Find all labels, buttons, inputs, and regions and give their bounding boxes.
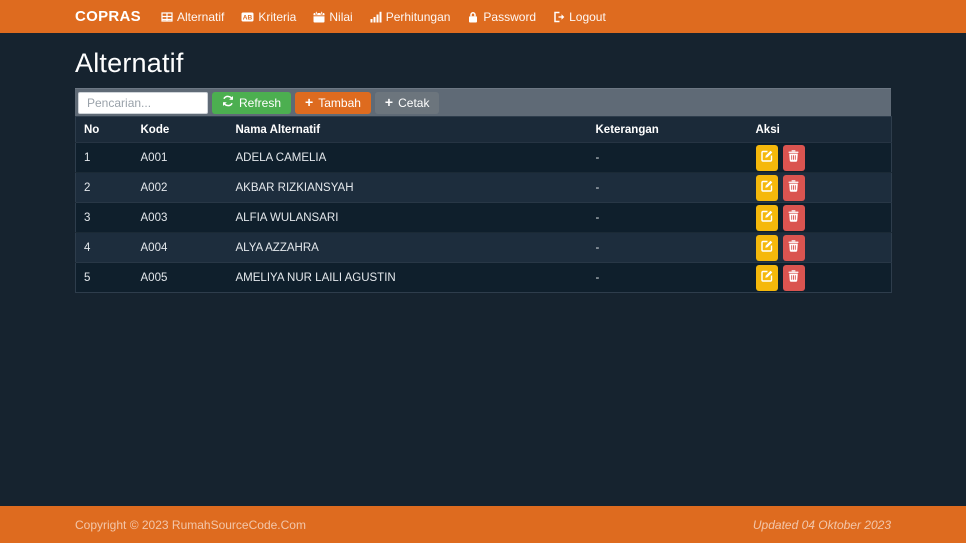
nav-menu: Alternatif AB Kriteria Nilai Perhitungan bbox=[161, 10, 606, 24]
table-row: 3 A003 ALFIA WULANSARI - bbox=[75, 202, 892, 233]
nav-item-nilai[interactable]: Nilai bbox=[313, 9, 353, 24]
tambah-button-label: Tambah bbox=[318, 95, 361, 110]
cell-nama: ALYA AZZAHRA bbox=[227, 232, 588, 263]
search-input[interactable] bbox=[78, 91, 208, 114]
cell-no: 4 bbox=[75, 232, 133, 263]
edit-button[interactable] bbox=[755, 144, 778, 171]
cell-no: 2 bbox=[75, 172, 133, 203]
refresh-button[interactable]: Refresh bbox=[212, 91, 292, 114]
nav-item-perhitungan[interactable]: Perhitungan bbox=[370, 9, 451, 24]
cell-kode: A001 bbox=[132, 142, 228, 173]
delete-button[interactable] bbox=[782, 204, 805, 231]
edit-icon bbox=[760, 150, 773, 165]
edit-icon bbox=[760, 210, 773, 225]
trash-icon bbox=[788, 270, 799, 285]
lock-icon bbox=[467, 11, 479, 23]
top-navbar: COPRAS Alternatif AB Kriteria Nilai Perh… bbox=[0, 0, 966, 33]
edit-button[interactable] bbox=[755, 204, 778, 231]
cell-no: 5 bbox=[75, 262, 133, 293]
ab-card-icon: AB bbox=[241, 11, 254, 23]
action-buttons bbox=[755, 144, 884, 171]
app-brand[interactable]: COPRAS bbox=[75, 8, 141, 25]
nav-item-label: Logout bbox=[569, 9, 606, 24]
plus-icon: + bbox=[305, 94, 314, 110]
footer-copyright: Copyright © 2023 RumahSourceCode.Com bbox=[75, 517, 306, 532]
nav-item-kriteria[interactable]: AB Kriteria bbox=[241, 10, 296, 24]
edit-button[interactable] bbox=[755, 264, 778, 291]
cetak-button-label: Cetak bbox=[398, 95, 430, 110]
column-header-kode: Kode bbox=[140, 123, 170, 136]
trash-icon bbox=[788, 240, 799, 255]
nav-item-label: Alternatif bbox=[176, 9, 225, 24]
delete-button[interactable] bbox=[782, 234, 805, 261]
cell-no: 1 bbox=[75, 142, 133, 173]
trash-icon bbox=[788, 210, 799, 225]
table-header-row: No Kode Nama Alternatif Keterangan Aksi bbox=[75, 116, 892, 143]
cell-kode: A004 bbox=[132, 232, 228, 263]
alternatif-table: No Kode Nama Alternatif Keterangan Aksi … bbox=[75, 116, 892, 293]
calendar-icon bbox=[313, 10, 325, 23]
column-header-aksi: Aksi bbox=[755, 123, 780, 136]
refresh-icon bbox=[222, 95, 234, 110]
table-row: 4 A004 ALYA AZZAHRA - bbox=[75, 232, 892, 263]
cell-nama: ADELA CAMELIA bbox=[227, 142, 588, 173]
cell-nama: AMELIYA NUR LAILI AGUSTIN bbox=[227, 262, 588, 293]
cell-kode: A002 bbox=[132, 172, 228, 203]
nav-item-alternatif[interactable]: Alternatif bbox=[161, 10, 224, 24]
table-row: 5 A005 AMELIYA NUR LAILI AGUSTIN - bbox=[75, 262, 892, 293]
refresh-button-label: Refresh bbox=[239, 95, 282, 110]
table-toolbar: Refresh + Tambah + Cetak bbox=[75, 88, 891, 116]
edit-icon bbox=[760, 270, 773, 285]
edit-icon bbox=[760, 240, 773, 255]
cell-no: 3 bbox=[75, 202, 133, 233]
nav-item-label: Nilai bbox=[329, 9, 353, 24]
edit-button[interactable] bbox=[755, 174, 778, 201]
tambah-button[interactable]: + Tambah bbox=[295, 91, 371, 114]
nav-item-label: Perhitungan bbox=[385, 9, 451, 24]
main-content: Alternatif Refresh + Tambah + Cetak No K… bbox=[75, 33, 892, 293]
cell-nama: AKBAR RIZKIANSYAH bbox=[227, 172, 588, 203]
delete-button[interactable] bbox=[782, 264, 805, 291]
action-buttons bbox=[755, 204, 884, 231]
delete-button[interactable] bbox=[782, 144, 805, 171]
action-buttons bbox=[755, 234, 884, 261]
action-buttons bbox=[755, 174, 884, 201]
cell-keterangan: - bbox=[587, 262, 748, 293]
cell-keterangan: - bbox=[587, 202, 748, 233]
page-footer: Copyright © 2023 RumahSourceCode.Com Upd… bbox=[0, 506, 966, 543]
delete-button[interactable] bbox=[782, 174, 805, 201]
nav-item-label: Password bbox=[483, 9, 537, 24]
trash-icon bbox=[788, 150, 799, 165]
table-row: 1 A001 ADELA CAMELIA - bbox=[75, 142, 892, 173]
logout-icon bbox=[553, 11, 565, 23]
column-header-no: No bbox=[84, 123, 100, 136]
column-header-keterangan: Keterangan bbox=[595, 123, 659, 136]
cell-nama: ALFIA WULANSARI bbox=[227, 202, 588, 233]
bar-chart-icon bbox=[370, 11, 382, 23]
column-header-nama: Nama Alternatif bbox=[235, 123, 321, 136]
edit-button[interactable] bbox=[755, 234, 778, 261]
footer-updated: Updated 04 Oktober 2023 bbox=[752, 517, 891, 532]
cetak-button[interactable]: + Cetak bbox=[374, 91, 440, 114]
cell-keterangan: - bbox=[587, 232, 748, 263]
cell-kode: A005 bbox=[132, 262, 228, 293]
svg-text:AB: AB bbox=[243, 14, 253, 21]
page-title: Alternatif bbox=[75, 48, 184, 78]
trash-icon bbox=[788, 180, 799, 195]
cell-kode: A003 bbox=[132, 202, 228, 233]
cell-keterangan: - bbox=[587, 172, 748, 203]
plus-icon: + bbox=[384, 94, 394, 110]
action-buttons bbox=[755, 264, 884, 291]
nav-item-password[interactable]: Password bbox=[467, 10, 536, 24]
nav-item-label: Kriteria bbox=[258, 9, 297, 24]
edit-icon bbox=[760, 180, 773, 195]
nav-item-logout[interactable]: Logout bbox=[553, 10, 606, 24]
table-icon bbox=[161, 11, 173, 23]
cell-keterangan: - bbox=[587, 142, 748, 173]
table-row: 2 A002 AKBAR RIZKIANSYAH - bbox=[75, 172, 892, 203]
